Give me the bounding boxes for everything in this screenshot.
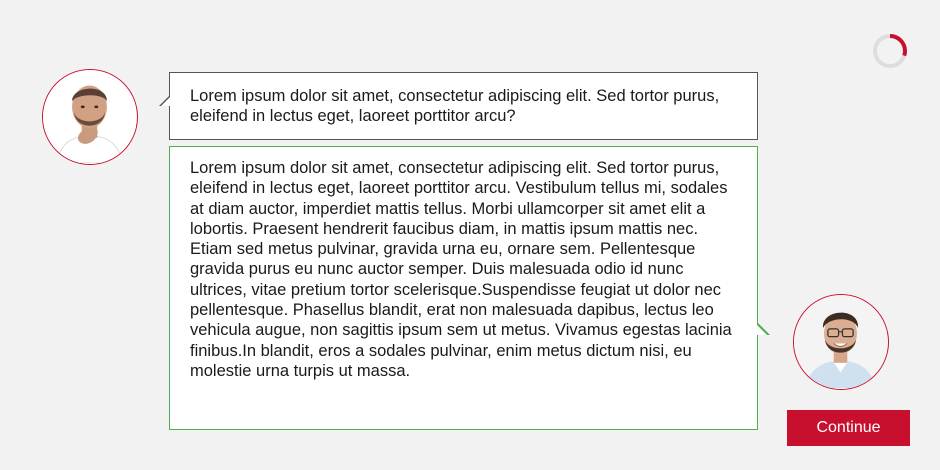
- avatar-responder: [793, 294, 889, 390]
- question-text: Lorem ipsum dolor sit amet, consectetur …: [190, 87, 720, 125]
- smiling-man-icon: [794, 295, 887, 388]
- answer-text: Lorem ipsum dolor sit amet, consectetur …: [190, 159, 732, 380]
- question-bubble: Lorem ipsum dolor sit amet, consectetur …: [159, 72, 758, 140]
- progress-ring-icon: [872, 33, 908, 69]
- continue-button[interactable]: Continue: [787, 410, 910, 446]
- thinking-man-icon: [43, 70, 136, 163]
- answer-bubble: Lorem ipsum dolor sit amet, consectetur …: [169, 146, 770, 430]
- avatar-asker: [42, 69, 138, 165]
